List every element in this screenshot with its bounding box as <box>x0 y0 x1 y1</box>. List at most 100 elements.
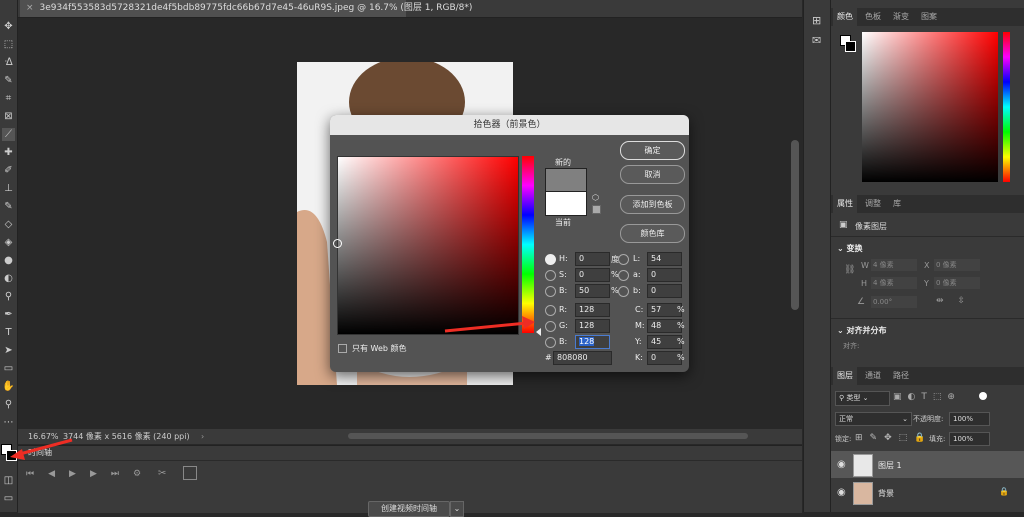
b-lab-radio[interactable] <box>618 286 629 297</box>
cancel-button[interactable]: 取消 <box>620 165 685 184</box>
a-field[interactable]: 0 <box>647 268 682 282</box>
b-hsb-field[interactable]: 50 <box>575 284 610 298</box>
l-radio[interactable] <box>618 254 629 265</box>
hue-slider[interactable] <box>1003 32 1010 182</box>
filter-kind-dropdown[interactable]: ⚲ 类型 ⌄ <box>835 391 890 406</box>
h-radio[interactable] <box>545 254 556 265</box>
height-field[interactable]: 4 像素 <box>871 277 917 289</box>
lasso-tool-icon[interactable]: ᐎ <box>2 56 15 69</box>
h-field[interactable]: 0 <box>575 252 610 266</box>
l-field[interactable]: 54 <box>647 252 682 266</box>
add-to-swatches-button[interactable]: 添加到色板 <box>620 195 685 214</box>
tab-adjustments[interactable]: 调整 <box>861 195 885 213</box>
tab-patterns[interactable]: 图案 <box>917 8 941 26</box>
zoom-tool-icon[interactable]: ⚲ <box>2 398 15 411</box>
document-tab[interactable]: × 3e934f553583d5728321de4f5bdb89775fdc66b… <box>20 0 472 17</box>
tab-properties[interactable]: 属性 <box>833 195 857 213</box>
b-rgb-radio[interactable] <box>545 337 556 348</box>
quick-select-tool-icon[interactable]: ✎ <box>2 74 15 87</box>
tab-libraries[interactable]: 库 <box>889 195 905 213</box>
scissors-icon[interactable]: ✂ <box>158 468 166 479</box>
visibility-eye-icon[interactable]: ◉ <box>837 487 846 498</box>
g-radio[interactable] <box>545 321 556 332</box>
zoom-level[interactable]: 16.67% <box>28 429 59 444</box>
tab-swatches[interactable]: 色板 <box>861 8 885 26</box>
history-brush-tool-icon[interactable]: ✎ <box>2 200 15 213</box>
hand-tool-icon[interactable]: ✋ <box>2 380 15 393</box>
create-video-timeline-button[interactable]: 创建视频时间轴 <box>368 501 450 517</box>
pen-tool-icon[interactable]: ✒ <box>2 308 15 321</box>
color-field-cursor[interactable] <box>333 239 342 248</box>
lock-icons[interactable]: ⊞✎✥⬚🔒 <box>855 433 932 443</box>
r-field[interactable]: 128 <box>575 303 610 317</box>
x-field[interactable]: 0 像素 <box>934 259 980 271</box>
eyedropper-tool-icon[interactable]: ⟋ <box>2 128 15 141</box>
crop-tool-icon[interactable]: ⌗ <box>2 92 15 105</box>
paint-bucket-tool-icon[interactable]: ◈ <box>2 236 15 249</box>
r-radio[interactable] <box>545 305 556 316</box>
hex-field[interactable]: 808080 <box>553 351 612 365</box>
s-field[interactable]: 0 <box>575 268 610 282</box>
layer-name[interactable]: 背景 <box>878 488 894 499</box>
background-color-swatch[interactable] <box>6 450 17 461</box>
g-field[interactable]: 128 <box>575 319 610 333</box>
filter-toggle-icon[interactable] <box>979 392 987 400</box>
tab-layers[interactable]: 图层 <box>833 367 857 385</box>
layer-row-2[interactable]: ◉ 背景 🔒 <box>831 479 1024 506</box>
timeline-dropdown-icon[interactable]: ⌄ <box>450 501 464 517</box>
brush-tool-icon[interactable]: ✐ <box>2 164 15 177</box>
current-color-swatch[interactable] <box>545 191 587 216</box>
status-menu-icon[interactable]: › <box>201 429 204 444</box>
hue-slider[interactable] <box>522 156 534 333</box>
magnify-icon[interactable]: ⚲ <box>2 290 15 303</box>
screen-mode-icon[interactable]: ▭ <box>2 492 15 505</box>
ok-button[interactable]: 确定 <box>620 141 685 160</box>
layer-name[interactable]: 图层 1 <box>878 460 902 471</box>
tab-channels[interactable]: 通道 <box>861 367 885 385</box>
flip-icons[interactable]: ⇹⇳ <box>936 296 979 306</box>
layer-row-1[interactable]: ◉ 图层 1 <box>831 451 1024 478</box>
b-rgb-field[interactable]: 128 <box>575 335 610 349</box>
saturation-brightness-field[interactable] <box>337 156 519 335</box>
more-tools-icon[interactable]: ⋯ <box>2 416 15 429</box>
transition-icon[interactable] <box>183 466 197 480</box>
b-lab-field[interactable]: 0 <box>647 284 682 298</box>
rectangle-tool-icon[interactable]: ▭ <box>2 362 15 375</box>
visibility-eye-icon[interactable]: ◉ <box>837 459 846 470</box>
transform-section-title[interactable]: ⌄ 变换 <box>837 243 863 254</box>
align-section-title[interactable]: ⌄ 对齐并分布 <box>837 325 887 336</box>
angle-field[interactable]: 0.00° <box>871 296 917 308</box>
blur-tool-icon[interactable]: ● <box>2 254 15 267</box>
tab-color[interactable]: 颜色 <box>833 8 857 26</box>
type-tool-icon[interactable]: T <box>2 326 15 339</box>
history-icon[interactable]: ⊞ <box>812 14 821 27</box>
comment-icon[interactable]: ✉ <box>812 34 821 47</box>
web-safe-swatch[interactable] <box>592 205 601 214</box>
vertical-scrollbar[interactable] <box>791 140 799 310</box>
opacity-field[interactable]: 100% <box>949 412 990 426</box>
color-libraries-button[interactable]: 颜色库 <box>620 224 685 243</box>
dodge-tool-icon[interactable]: ◐ <box>2 272 15 285</box>
link-icon[interactable]: ⛓ <box>844 265 855 275</box>
tab-close-icon[interactable]: × <box>26 3 34 13</box>
timeline-controls[interactable]: ⏮◀▶▶⏭⚙ <box>26 469 155 479</box>
a-radio[interactable] <box>618 270 629 281</box>
blend-mode-dropdown[interactable]: 正常 ⌄ <box>835 412 912 426</box>
fill-field[interactable]: 100% <box>949 432 990 446</box>
y-field[interactable]: 0 像素 <box>934 277 980 289</box>
quick-mask-icon[interactable]: ◫ <box>2 474 15 487</box>
panel-background-swatch[interactable] <box>845 41 856 52</box>
b-hsb-radio[interactable] <box>545 286 556 297</box>
healing-brush-tool-icon[interactable]: ✚ <box>2 146 15 159</box>
gamut-warning-icon[interactable]: ⬡ <box>592 193 599 202</box>
width-field[interactable]: 4 像素 <box>871 259 917 271</box>
horizontal-scrollbar[interactable] <box>348 433 748 439</box>
tab-paths[interactable]: 路径 <box>889 367 913 385</box>
web-colors-checkbox[interactable] <box>338 344 347 353</box>
move-tool-icon[interactable]: ✥ <box>2 20 15 33</box>
color-field[interactable] <box>862 32 998 182</box>
tab-gradients[interactable]: 渐变 <box>889 8 913 26</box>
stamp-tool-icon[interactable]: ⊥ <box>2 182 15 195</box>
hue-slider-handle[interactable] <box>536 328 541 336</box>
frame-tool-icon[interactable]: ⊠ <box>2 110 15 123</box>
